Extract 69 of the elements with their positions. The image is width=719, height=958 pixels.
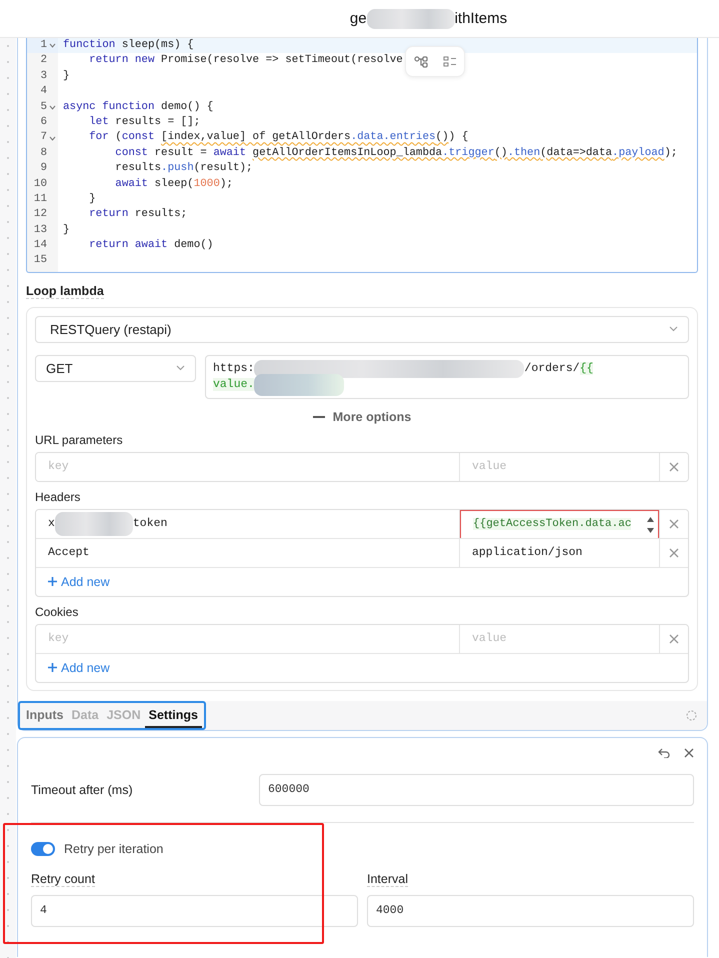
code-line: for (const [index,value] of getAllOrders.data.entries()) { [88, 130, 468, 146]
code-editor[interactable] [26, 38, 698, 273]
code-line: function sleep(ms) { [62, 38, 194, 53]
more-options-button[interactable]: More options [306, 408, 418, 425]
url-text: https: [213, 362, 254, 376]
value-field[interactable]: {{getAccessToken.data.ac [460, 510, 659, 538]
line-number: 6 [39, 114, 47, 130]
line-number: 8 [39, 146, 47, 161]
tab[interactable]: Settings [144, 702, 202, 728]
code-line: results.push(result); [114, 161, 253, 176]
template-text: value. [213, 378, 254, 392]
fold-caret-icon[interactable] [49, 136, 56, 141]
line-number: 5 [39, 100, 47, 115]
field-label: Retry count [31, 872, 95, 887]
line-number: 1 [39, 38, 47, 53]
line-number: 3 [39, 68, 47, 84]
line-number: 11 [32, 192, 47, 207]
add-new-link[interactable]: Add new [48, 574, 110, 589]
tab[interactable]: Inputs [22, 702, 68, 728]
key-field[interactable]: x token [36, 510, 460, 538]
url-text: /orders/ [524, 362, 580, 376]
method-select[interactable]: GET [35, 354, 196, 382]
retry-count-field[interactable]: 4 [31, 894, 358, 927]
line-number: 15 [32, 253, 47, 268]
line-number: 10 [32, 176, 47, 192]
code-line: } [62, 68, 70, 84]
loading-circle-icon [686, 710, 697, 721]
chevron-down-icon [176, 365, 185, 372]
line-number: 12 [32, 207, 47, 222]
plus-icon [48, 577, 57, 586]
code-line: const result = await getAllOrderItemsInLoop_lambda.trigger().then(data=>data.payload); [114, 146, 678, 161]
flow-icon[interactable] [414, 56, 428, 68]
section-label: Headers [35, 490, 82, 504]
code-line: async function demo() { [62, 100, 214, 115]
retry-toggle[interactable] [31, 842, 55, 856]
section-label: Cookies [35, 604, 80, 619]
code-line: let results = []; [88, 114, 200, 130]
code-line: } [62, 222, 70, 238]
code-line: return new Promise(resolve => setTimeout(resolve [88, 53, 403, 68]
line-number: 4 [39, 84, 47, 100]
interval-field[interactable]: 4000 [367, 894, 694, 927]
undo-icon[interactable] [658, 748, 670, 758]
url-field[interactable]: https: /orders/{{ value. [205, 354, 689, 399]
window-title: ge [350, 10, 367, 27]
plus-icon [48, 663, 57, 672]
template-text: {{ [580, 362, 594, 376]
line-number: 9 [39, 161, 47, 176]
line-number: 7 [39, 130, 47, 146]
toggle-label: Retry per iteration [64, 842, 164, 856]
timeout-field[interactable]: 600000 [259, 774, 694, 806]
field-label: Interval [367, 872, 408, 887]
resource-select[interactable]: RESTQuery (restapi) [35, 316, 689, 343]
fold-caret-icon[interactable] [49, 43, 56, 48]
section-label: Loop lambda [26, 284, 104, 299]
fold-caret-icon[interactable] [49, 104, 56, 110]
field-label: Timeout after (ms) [31, 782, 134, 797]
code-line: await sleep(1000); [114, 176, 233, 192]
code-line: return results; [88, 207, 188, 222]
add-new-link[interactable]: Add new [48, 660, 110, 675]
line-number: 2 [39, 53, 47, 68]
window-title: ithItems [454, 10, 508, 27]
line-number: 13 [32, 222, 47, 238]
section-label: URL parameters [35, 432, 124, 447]
chevron-down-icon [669, 326, 678, 332]
list-layout-icon[interactable] [442, 56, 456, 68]
close-icon[interactable] [684, 748, 694, 758]
line-number: 14 [32, 238, 47, 254]
code-line: } [88, 192, 96, 207]
code-line: return await demo() [88, 238, 214, 254]
